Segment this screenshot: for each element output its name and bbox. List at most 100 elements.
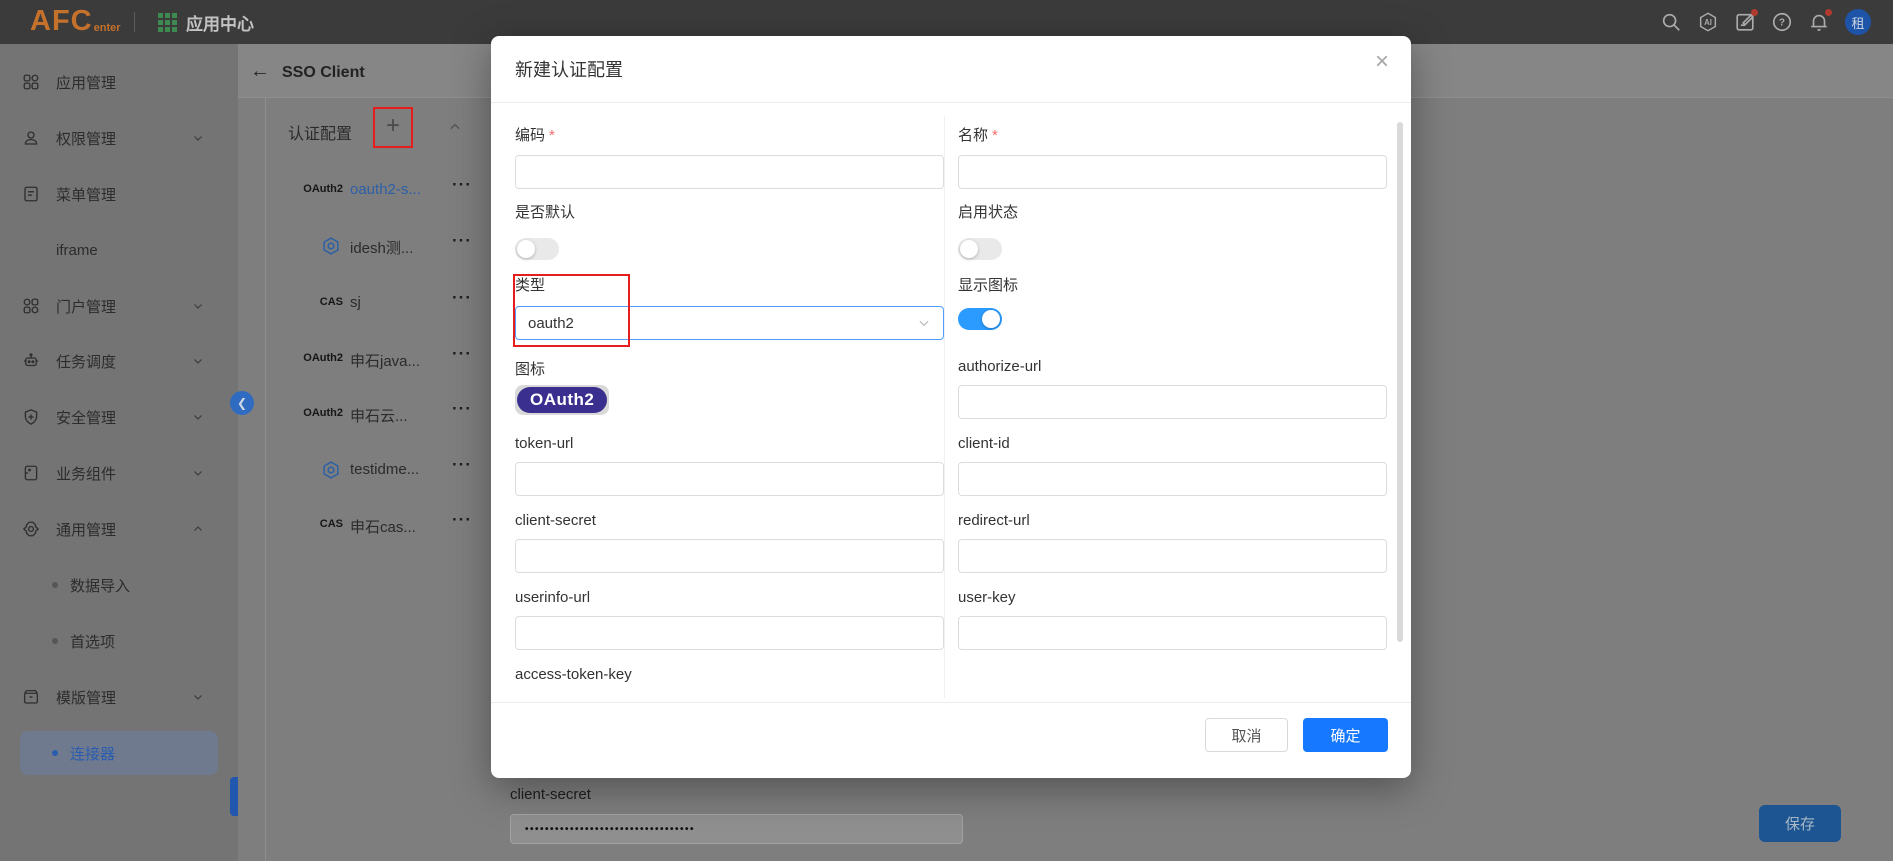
help-icon[interactable]: ? <box>1771 11 1793 33</box>
sidebar-item-iframe[interactable]: iframe <box>0 228 238 272</box>
sso-client-row[interactable]: idesh测... ··· <box>238 227 491 267</box>
notification-icon[interactable] <box>1808 11 1830 33</box>
icon-label: 图标 <box>515 358 545 379</box>
target-icon <box>22 520 40 538</box>
row-menu-button[interactable]: ··· <box>452 175 472 195</box>
sidebar-item-label: 连接器 <box>70 743 115 764</box>
avatar[interactable]: 租 <box>1845 9 1871 35</box>
sidebar-item-label: 通用管理 <box>56 519 116 540</box>
row-menu-button[interactable]: ··· <box>452 399 472 419</box>
new-auth-config-modal: 新建认证配置 × 编码* 名称* 是否默认 启用状态 类型 显示图标 oauth… <box>491 36 1411 778</box>
sidebar: 应用管理 权限管理 菜单管理 iframe 门户管理 任务调度 安全管 <box>0 44 238 861</box>
authorize-url-input[interactable] <box>958 385 1387 419</box>
sidebar-item-data-import[interactable]: 数据导入 <box>0 563 238 607</box>
logo-text: AFC <box>30 6 93 36</box>
bullet-icon <box>52 582 58 588</box>
code-label: 编码* <box>515 124 555 145</box>
sidebar-item-menu-management[interactable]: 菜单管理 <box>0 172 238 216</box>
sso-client-row[interactable]: OAuth2 申石云... ··· <box>238 395 491 435</box>
sso-client-row[interactable]: testidme... ··· <box>238 451 491 491</box>
modal-column-divider <box>944 116 945 698</box>
shield-plus-icon <box>22 408 40 426</box>
name-input[interactable] <box>958 155 1387 189</box>
modal-scrollbar[interactable] <box>1397 122 1403 642</box>
type-select-value: oauth2 <box>528 315 574 332</box>
client-secret-input[interactable] <box>515 539 944 573</box>
row-menu-button[interactable]: ··· <box>452 231 472 251</box>
sso-client-row[interactable]: OAuth2 申石java... ··· <box>238 340 491 380</box>
is-default-toggle[interactable] <box>515 238 559 260</box>
userinfo-url-input[interactable] <box>515 616 944 650</box>
back-arrow-icon[interactable]: ← <box>250 60 270 83</box>
add-auth-config-button[interactable]: + <box>379 113 407 141</box>
sso-client-row[interactable]: CAS sj ··· <box>238 284 491 324</box>
sso-client-row[interactable]: OAuth2 oauth2-s... ··· <box>238 171 491 211</box>
sso-client-row[interactable]: CAS 申石cas... ··· <box>238 506 491 546</box>
token-url-input[interactable] <box>515 462 944 496</box>
app-center-title: 应用中心 <box>186 10 254 35</box>
compose-icon[interactable] <box>1734 11 1756 33</box>
client-secret-field[interactable]: •••••••••••••••••••••••••••••••••• <box>510 814 963 844</box>
active-indicator-bar <box>230 777 238 816</box>
type-select[interactable]: oauth2 <box>515 306 944 340</box>
sidebar-item-label: 首选项 <box>70 631 115 652</box>
toggle-knob <box>517 240 535 258</box>
sso-client-name: idesh测... <box>350 237 413 258</box>
code-input[interactable] <box>515 155 944 189</box>
sso-client-name: 申石云... <box>350 405 408 426</box>
userinfo-url-label: userinfo-url <box>515 589 590 606</box>
client-secret-label: client-secret <box>510 786 591 803</box>
row-menu-button[interactable]: ··· <box>452 288 472 308</box>
portal-grid-icon <box>22 297 40 315</box>
show-icon-toggle[interactable] <box>958 308 1002 330</box>
save-button[interactable]: 保存 <box>1759 805 1841 842</box>
user-key-input[interactable] <box>958 616 1387 650</box>
svg-text:?: ? <box>1779 18 1785 29</box>
client-id-input[interactable] <box>958 462 1387 496</box>
robot-icon <box>22 352 40 370</box>
close-icon[interactable]: × <box>1375 50 1389 74</box>
row-menu-button[interactable]: ··· <box>452 455 472 475</box>
topbar-actions: AI ? 租 <box>1660 0 1871 44</box>
sidebar-item-portal[interactable]: 门户管理 <box>0 284 238 328</box>
logo-divider <box>134 12 135 32</box>
sidebar-item-label: 任务调度 <box>56 351 116 372</box>
type-label: 类型 <box>515 274 545 295</box>
authorize-url-label: authorize-url <box>958 358 1041 375</box>
sidebar-item-preferences[interactable]: 首选项 <box>0 619 238 663</box>
row-menu-button[interactable]: ··· <box>452 344 472 364</box>
sidebar-item-security[interactable]: 安全管理 <box>0 395 238 439</box>
ai-icon[interactable]: AI <box>1697 11 1719 33</box>
archive-icon <box>22 688 40 706</box>
sso-client-name: sj <box>350 294 361 311</box>
search-icon[interactable] <box>1660 11 1682 33</box>
sidebar-item-template-management[interactable]: 模版管理 <box>0 675 238 719</box>
enabled-label: 启用状态 <box>958 201 1018 222</box>
cas-badge: CAS <box>320 296 343 308</box>
client-secret-label: client-secret <box>515 512 596 529</box>
sidebar-item-label: iframe <box>56 242 98 259</box>
toggle-knob <box>960 240 978 258</box>
sidebar-item-permission[interactable]: 权限管理 <box>0 116 238 160</box>
sidebar-item-business-components[interactable]: 业务组件 <box>0 451 238 495</box>
token-url-label: token-url <box>515 435 573 452</box>
svg-text:AI: AI <box>1704 18 1712 27</box>
name-label: 名称* <box>958 124 998 145</box>
confirm-button[interactable]: 确定 <box>1303 718 1388 752</box>
sidebar-item-general-management[interactable]: 通用管理 <box>0 507 238 551</box>
collapse-list-chevron-up-icon[interactable] <box>448 120 462 134</box>
redirect-url-input[interactable] <box>958 539 1387 573</box>
sso-client-name: 申石java... <box>350 350 420 371</box>
cancel-button[interactable]: 取消 <box>1205 718 1288 752</box>
oauth2-icon-preview: OAuth2 <box>515 385 609 415</box>
sidebar-item-app-management[interactable]: 应用管理 <box>0 60 238 104</box>
enabled-toggle[interactable] <box>958 238 1002 260</box>
sidebar-item-connector[interactable]: 连接器 <box>20 731 218 775</box>
oauth2-badge: OAuth2 <box>303 183 343 195</box>
app-center-menu[interactable]: 应用中心 <box>158 0 254 44</box>
avatar-text: 租 <box>1851 13 1864 32</box>
user-key-label: user-key <box>958 589 1016 606</box>
sidebar-item-task-scheduling[interactable]: 任务调度 <box>0 339 238 383</box>
collapse-panel-button[interactable]: ❮ <box>230 391 254 415</box>
row-menu-button[interactable]: ··· <box>452 510 472 530</box>
